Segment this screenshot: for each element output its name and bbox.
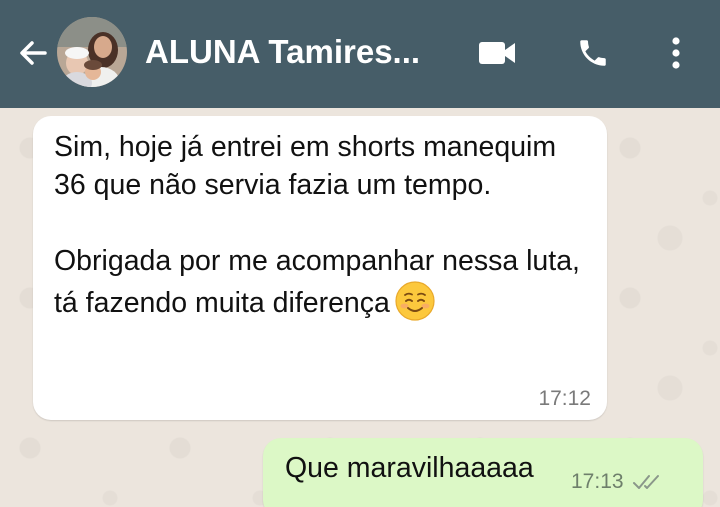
more-options-button[interactable] xyxy=(653,30,699,76)
message-paragraph: Sim, hoje já entrei em shorts manequim 3… xyxy=(54,131,557,201)
video-camera-icon xyxy=(479,42,515,64)
chat-header: ALUNA Tamires... xyxy=(0,0,720,108)
double-check-icon xyxy=(632,475,659,489)
outgoing-message[interactable]: Que maravilhaaaaa 17:13 xyxy=(263,438,703,507)
incoming-message-text: Sim, hoje já entrei em shorts manequim 3… xyxy=(54,128,594,322)
smiling-face-icon xyxy=(395,281,435,321)
chat-screen: ALUNA Tamires... Sim, hoje já entrei em … xyxy=(0,0,720,507)
more-vertical-icon xyxy=(672,37,680,69)
contact-name[interactable]: ALUNA Tamires... xyxy=(145,30,420,74)
incoming-message[interactable]: Sim, hoje já entrei em shorts manequim 3… xyxy=(33,116,607,420)
voice-call-button[interactable] xyxy=(570,30,616,76)
avatar-photo xyxy=(57,17,127,87)
phone-icon xyxy=(580,40,606,66)
message-timestamp: 17:12 xyxy=(538,387,591,410)
avatar[interactable] xyxy=(57,17,127,87)
outgoing-message-text: Que maravilhaaaaa xyxy=(285,452,534,484)
message-meta: 17:13 xyxy=(571,470,664,494)
message-paragraph: Obrigada por me acompanhar nessa luta, t… xyxy=(54,245,580,319)
back-arrow-icon xyxy=(20,41,47,65)
message-timestamp: 17:13 xyxy=(571,470,624,493)
back-button[interactable] xyxy=(10,30,56,76)
video-call-button[interactable] xyxy=(474,30,520,76)
